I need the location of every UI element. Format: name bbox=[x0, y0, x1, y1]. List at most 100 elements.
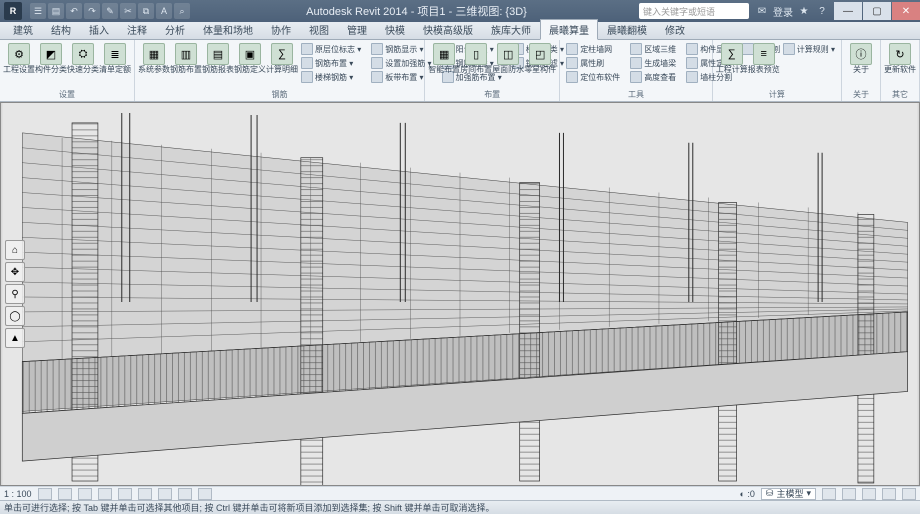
select-pinned-icon[interactable] bbox=[862, 488, 876, 500]
ribbon-btn2-0-0[interactable]: ⛭快速分类 bbox=[68, 42, 98, 76]
view-navigation-bar: ⌂ ✥ ⚲ ◯ ▲ bbox=[5, 240, 25, 348]
maximize-button[interactable]: ▢ bbox=[863, 2, 891, 20]
help-search-input[interactable]: 键入关键字或短语 bbox=[639, 3, 749, 19]
ribbon-btn-2-3[interactable]: ◰零星构件 bbox=[525, 42, 555, 76]
nav-cube-icon[interactable]: ▲ bbox=[5, 328, 25, 348]
ribbon-sm-3-5[interactable]: 高度查看 bbox=[628, 70, 678, 84]
ribbon-sm-3-4[interactable]: 生成墙梁 bbox=[628, 56, 678, 70]
tab-9[interactable]: 快模 bbox=[376, 19, 414, 39]
ribbon-btn-1-2[interactable]: ▤钢筋报表 bbox=[203, 42, 233, 86]
help-icon[interactable]: ? bbox=[815, 4, 829, 18]
tab-1[interactable]: 结构 bbox=[42, 19, 80, 39]
ribbon-label: 房间布置 bbox=[460, 66, 492, 75]
panel-title: 计算 bbox=[717, 88, 837, 101]
mail-icon[interactable]: ✉ bbox=[755, 4, 769, 18]
ribbon-sm-1-0[interactable]: 原层位标志 ▾ bbox=[299, 42, 363, 56]
ribbon-btn-2-0[interactable]: ▦智能布置 bbox=[429, 42, 459, 76]
panel-title: 布置 bbox=[429, 88, 555, 101]
small-label: 定柱墙网 bbox=[580, 44, 612, 55]
crop-view-icon[interactable] bbox=[118, 488, 132, 500]
ribbon-sm-3-2[interactable]: 定位布软件 bbox=[564, 70, 622, 84]
ribbon-btn-4-0[interactable]: ∑工程计算 bbox=[717, 42, 747, 86]
qat-undo-icon[interactable]: ↶ bbox=[66, 3, 82, 19]
qat-open-icon[interactable]: ▤ bbox=[48, 3, 64, 19]
ribbon-btn-0-0[interactable]: ⚙工程设置 bbox=[4, 42, 34, 76]
tab-2[interactable]: 插入 bbox=[80, 19, 118, 39]
nav-orbit-icon[interactable]: ◯ bbox=[5, 306, 25, 326]
qat-copy-icon[interactable]: ⧉ bbox=[138, 3, 154, 19]
small-label: 高度查看 bbox=[644, 72, 676, 83]
lock-3d-icon[interactable] bbox=[158, 488, 172, 500]
ribbon-label: 钢筋报表 bbox=[202, 66, 234, 75]
qat-text-icon[interactable]: A bbox=[156, 3, 172, 19]
sun-path-icon[interactable] bbox=[78, 488, 92, 500]
ribbon-btn-1-1[interactable]: ▥钢筋布置 bbox=[171, 42, 201, 86]
qat-edit-icon[interactable]: ✎ bbox=[102, 3, 118, 19]
close-button[interactable]: ✕ bbox=[892, 2, 920, 20]
qat-find-icon[interactable]: ⌕ bbox=[174, 3, 190, 19]
ribbon-sm-3-0[interactable]: 定柱墙网 bbox=[564, 42, 622, 56]
scale-label[interactable]: 1 : 100 bbox=[4, 489, 32, 499]
ribbon-sm-1-5[interactable]: 板带布置 ▾ bbox=[369, 70, 433, 84]
ribbon-btn2-0-1[interactable]: ≣清单定额 bbox=[100, 42, 130, 76]
model-canvas[interactable] bbox=[1, 103, 919, 485]
small-label: 板带布置 ▾ bbox=[385, 72, 423, 83]
ribbon-sm-4-0[interactable]: 计算规则 ▾ bbox=[781, 42, 837, 56]
sign-in-link[interactable]: 登录 bbox=[773, 4, 793, 19]
ribbon-btn-1-4[interactable]: ∑计算明细 bbox=[267, 42, 297, 86]
small-icon bbox=[686, 57, 698, 69]
tab-11[interactable]: 族库大师 bbox=[482, 19, 540, 39]
ribbon-icon: ▥ bbox=[175, 43, 197, 65]
detail-level-icon[interactable] bbox=[38, 488, 52, 500]
shadows-icon[interactable] bbox=[98, 488, 112, 500]
favorite-icon[interactable]: ★ bbox=[797, 4, 811, 18]
nav-pan-icon[interactable]: ✥ bbox=[5, 262, 25, 282]
ribbon-sm-1-2[interactable]: 楼梯钢筋 ▾ bbox=[299, 70, 363, 84]
reveal-hidden-icon[interactable] bbox=[198, 488, 212, 500]
ribbon-btn-2-2[interactable]: ◫屋面防水 bbox=[493, 42, 523, 76]
ribbon-btn-1-3[interactable]: ▣钢筋定义 bbox=[235, 42, 265, 86]
tab-10[interactable]: 快模高级版 bbox=[414, 19, 482, 39]
tab-13[interactable]: 晨曦翻模 bbox=[598, 19, 656, 39]
ribbon-btn-2-1[interactable]: ▯房间布置 bbox=[461, 42, 491, 76]
qat-redo-icon[interactable]: ↷ bbox=[84, 3, 100, 19]
ribbon-btn-6-0[interactable]: ↻更新软件 bbox=[885, 42, 915, 76]
ribbon-label: 清单定额 bbox=[99, 66, 131, 75]
small-icon bbox=[371, 43, 383, 55]
qat-menu-icon[interactable]: ☰ bbox=[30, 3, 46, 19]
drag-elements-icon[interactable] bbox=[902, 488, 916, 500]
crop-region-icon[interactable] bbox=[138, 488, 152, 500]
minimize-button[interactable]: — bbox=[834, 2, 862, 20]
ribbon-btn-1-0[interactable]: ▦系统参数 bbox=[139, 42, 169, 86]
tab-14[interactable]: 修改 bbox=[656, 19, 694, 39]
tab-8[interactable]: 管理 bbox=[338, 19, 376, 39]
nav-zoom-icon[interactable]: ⚲ bbox=[5, 284, 25, 304]
ribbon-btn-4-1[interactable]: ≡报表预览 bbox=[749, 42, 779, 86]
tab-0[interactable]: 建筑 bbox=[4, 19, 42, 39]
nav-home-icon[interactable]: ⌂ bbox=[5, 240, 25, 260]
visual-style-icon[interactable] bbox=[58, 488, 72, 500]
ribbon-sm-3-1[interactable]: 属性刷 bbox=[564, 56, 622, 70]
select-links-icon[interactable] bbox=[842, 488, 856, 500]
tab-7[interactable]: 视图 bbox=[300, 19, 338, 39]
select-face-icon[interactable] bbox=[882, 488, 896, 500]
ribbon-btn-5-0[interactable]: ⓘ关于 bbox=[846, 42, 876, 76]
ribbon-sm-1-4[interactable]: 设置加强筋 ▾ bbox=[369, 56, 433, 70]
3d-viewport[interactable]: ⌂ ✥ ⚲ ◯ ▲ bbox=[0, 102, 920, 486]
temp-hide-icon[interactable] bbox=[178, 488, 192, 500]
tab-3[interactable]: 注释 bbox=[118, 19, 156, 39]
small-label: 区域三维 bbox=[644, 44, 676, 55]
ribbon-sm-1-1[interactable]: 钢筋布置 ▾ bbox=[299, 56, 363, 70]
filter-icon[interactable] bbox=[822, 488, 836, 500]
tab-6[interactable]: 协作 bbox=[262, 19, 300, 39]
qat-cut-icon[interactable]: ✂ bbox=[120, 3, 136, 19]
tab-12[interactable]: 晨曦算量 bbox=[540, 19, 598, 40]
ribbon-sm-1-3[interactable]: 钢筋显示 ▾ bbox=[369, 42, 433, 56]
small-label: 钢筋布置 ▾ bbox=[315, 58, 353, 69]
tab-4[interactable]: 分析 bbox=[156, 19, 194, 39]
app-menu-button[interactable]: R bbox=[4, 2, 22, 20]
workset-selector[interactable]: ⛁主模型▾ bbox=[761, 488, 816, 500]
ribbon-sm-3-3[interactable]: 区域三维 bbox=[628, 42, 678, 56]
ribbon-btn-0-1[interactable]: ◩构件分类 bbox=[36, 42, 66, 76]
tab-5[interactable]: 体量和场地 bbox=[194, 19, 262, 39]
